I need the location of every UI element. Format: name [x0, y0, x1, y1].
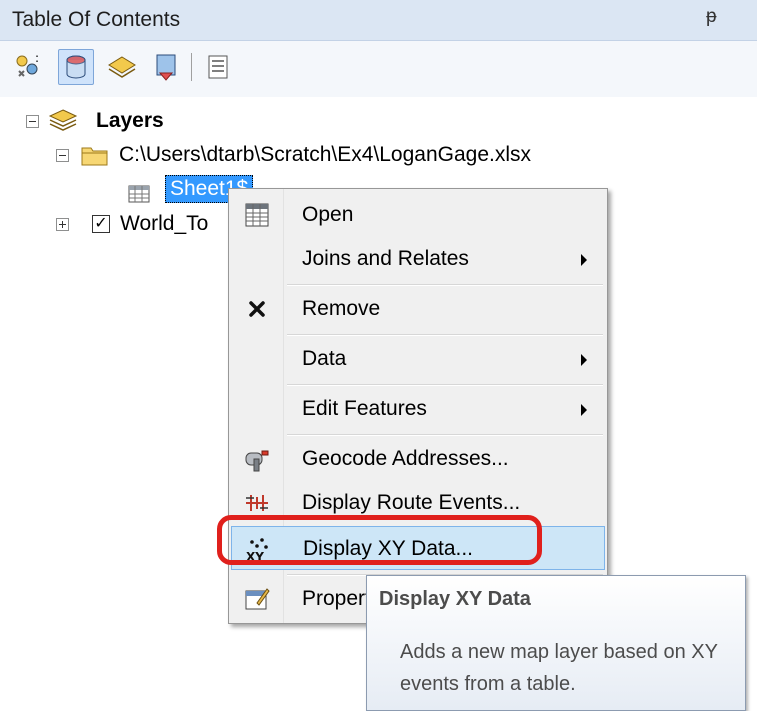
tooltip-body: Adds a new map layer based on XY events … — [400, 641, 718, 695]
table-icon — [243, 201, 271, 229]
svg-text::: : — [35, 51, 39, 65]
menu-separator — [287, 434, 603, 436]
layer-visibility-checkbox[interactable]: ✓ — [92, 215, 110, 233]
list-by-selection-button[interactable] — [148, 49, 184, 85]
highlight-annotation — [217, 515, 542, 565]
toolbar-separator — [191, 53, 192, 81]
submenu-arrow-icon — [581, 354, 587, 366]
options-icon — [208, 55, 228, 79]
menu-item-label: Data — [302, 347, 347, 370]
menu-item-joins-and-relates[interactable]: Joins and Relates — [231, 237, 605, 281]
menu-item-geocode-addresses[interactable]: Geocode Addresses... — [231, 437, 605, 481]
menu-separator — [287, 334, 603, 336]
source-path-label: C:\Users\dtarb\Scratch\Ex4\LoganGage.xls… — [119, 143, 532, 166]
geocode-icon — [243, 445, 271, 473]
list-by-drawing-order-button[interactable]: : — [10, 49, 46, 85]
database-icon — [66, 55, 86, 79]
layers-icon — [108, 56, 136, 78]
submenu-arrow-icon — [581, 404, 587, 416]
menu-separator — [287, 284, 603, 286]
menu-item-edit-features[interactable]: Edit Features — [231, 387, 605, 431]
pin-icon[interactable]: ᵽ — [706, 6, 717, 28]
menu-item-label: Geocode Addresses... — [302, 447, 509, 470]
window-title: Table Of Contents — [12, 8, 181, 31]
list-by-source-button[interactable] — [58, 49, 94, 85]
properties-icon — [243, 585, 271, 613]
menu-separator — [287, 384, 603, 386]
world-layer-label: World_To — [120, 212, 209, 235]
layers-stack-icon — [48, 106, 78, 145]
expand-world-layer-icon[interactable] — [56, 218, 69, 231]
layers-root-label: Layers — [96, 109, 164, 132]
menu-item-label: Joins and Relates — [302, 247, 469, 270]
menu-item-label: Edit Features — [302, 397, 427, 420]
selection-icon — [156, 54, 176, 81]
tooltip-title: Display XY Data — [379, 588, 531, 610]
toc-title-bar: Table Of Contents ᵽ — [0, 0, 757, 41]
menu-item-remove[interactable]: Remove — [231, 287, 605, 331]
remove-x-icon — [243, 295, 271, 323]
toc-toolbar: : — [0, 41, 757, 97]
list-by-visibility-button[interactable] — [104, 49, 140, 85]
menu-item-data[interactable]: Data — [231, 337, 605, 381]
menu-tooltip: Display XY Data Adds a new map layer bas… — [366, 575, 746, 711]
folder-icon — [80, 142, 110, 179]
submenu-arrow-icon — [581, 254, 587, 266]
options-button[interactable] — [200, 49, 236, 85]
menu-item-open[interactable]: Open — [231, 193, 605, 237]
menu-item-label: Remove — [302, 297, 381, 320]
list-by-drawing-order-icon: : — [16, 51, 39, 77]
route-events-icon — [243, 489, 271, 517]
collapse-source-icon[interactable] — [56, 149, 69, 162]
menu-item-label: Open — [302, 203, 354, 226]
collapse-layers-icon[interactable] — [26, 115, 39, 128]
